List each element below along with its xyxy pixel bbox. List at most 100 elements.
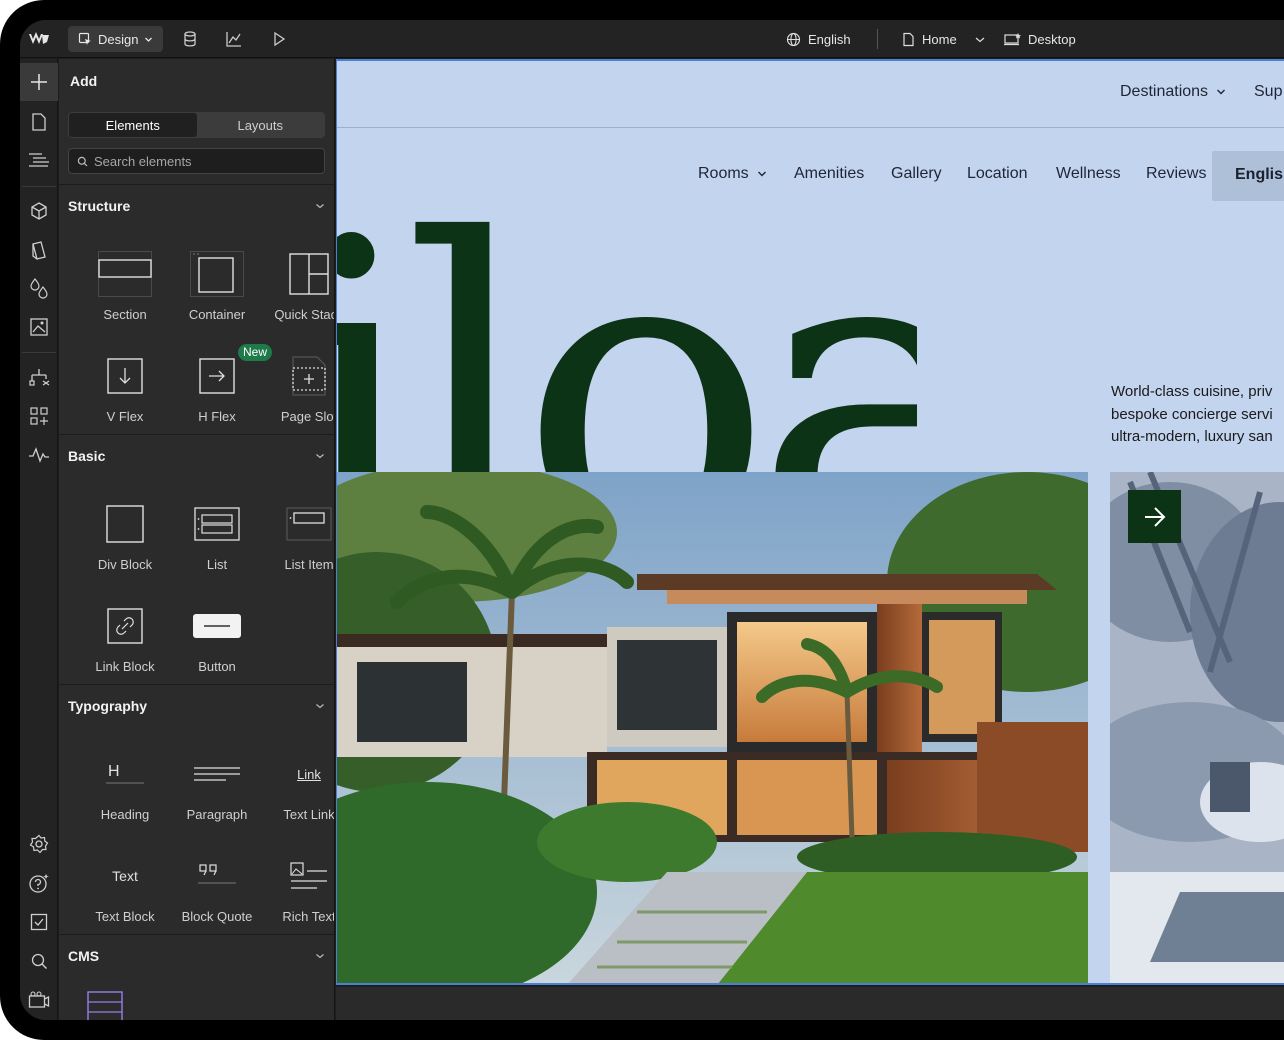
- v-flex-icon: [107, 358, 143, 394]
- text-link-icon: Link: [297, 766, 321, 782]
- element-label: Block Quote: [181, 909, 253, 924]
- rail-divider: [22, 352, 56, 353]
- element-v-flex[interactable]: V Flex: [79, 333, 171, 433]
- section-divider: [59, 434, 334, 435]
- search-icon: [31, 953, 47, 969]
- site-language-button[interactable]: English: [1212, 151, 1284, 201]
- section-divider: [59, 684, 334, 685]
- element-quick-stack[interactable]: Quick Stack: [263, 231, 334, 331]
- play-preview-icon[interactable]: [269, 29, 289, 49]
- panel-title: Add: [70, 73, 98, 89]
- drops-icon: [30, 278, 48, 299]
- quick-stack-icon: [289, 253, 329, 295]
- typography-section-header[interactable]: Typography: [68, 695, 325, 717]
- element-label: Text Link: [283, 807, 335, 822]
- nav-wellness[interactable]: Wellness: [1056, 165, 1121, 183]
- add-panel-button[interactable]: [20, 63, 58, 101]
- element-label: Heading: [100, 807, 150, 822]
- element-rich-text[interactable]: Rich Text: [263, 833, 335, 933]
- element-label: Button: [198, 659, 236, 674]
- element-text-link[interactable]: Link Text Link: [263, 731, 335, 831]
- basic-section-header[interactable]: Basic: [68, 445, 325, 467]
- breakpoint-selector[interactable]: Desktop: [1004, 20, 1076, 58]
- tab-elements[interactable]: Elements: [69, 113, 197, 137]
- design-mode-dropdown[interactable]: Design: [68, 26, 163, 52]
- video-tutorials-button[interactable]: [20, 981, 58, 1019]
- element-heading[interactable]: H Heading: [79, 731, 171, 831]
- element-container[interactable]: Container: [171, 231, 263, 331]
- search-input[interactable]: [94, 153, 314, 169]
- element-label: Quick Stack: [274, 307, 334, 322]
- element-label: Container: [188, 307, 246, 322]
- analytics-icon[interactable]: [224, 29, 244, 49]
- nav-amenities[interactable]: Amenities: [794, 165, 864, 183]
- nav-destinations[interactable]: Destinations: [1120, 83, 1226, 101]
- heading-underline-icon: [106, 782, 144, 784]
- element-list-item[interactable]: List Item: [263, 481, 334, 581]
- audit-button[interactable]: [20, 436, 58, 474]
- element-label: Div Block: [97, 557, 153, 572]
- styles-button[interactable]: [20, 231, 58, 269]
- webflow-logo-icon: [29, 32, 49, 44]
- tasks-button[interactable]: [20, 903, 58, 941]
- element-list[interactable]: List: [171, 481, 263, 581]
- section-title: CMS: [68, 948, 100, 964]
- element-block-quote[interactable]: Block Quote: [171, 833, 263, 933]
- chevron-down-icon: [316, 204, 324, 209]
- cms-section-header[interactable]: CMS: [68, 945, 325, 967]
- database-icon[interactable]: [180, 29, 200, 49]
- element-label: V Flex: [106, 409, 144, 424]
- structure-section-header[interactable]: Structure: [68, 195, 325, 217]
- settings-button[interactable]: [20, 825, 58, 863]
- element-paragraph[interactable]: Paragraph: [171, 731, 263, 831]
- element-text-block[interactable]: Text Text Block: [79, 833, 171, 933]
- cube-icon: [31, 202, 47, 220]
- chevron-down-icon: [316, 954, 324, 959]
- logic-button[interactable]: [20, 358, 58, 396]
- element-button[interactable]: Button: [171, 583, 263, 683]
- rich-text-icon: [290, 862, 327, 889]
- element-label: Paragraph: [186, 807, 248, 822]
- paragraph-icon: [194, 767, 240, 781]
- components-button[interactable]: [20, 192, 58, 230]
- page-selector[interactable]: Home: [902, 20, 986, 58]
- nav-gallery[interactable]: Gallery: [891, 165, 942, 183]
- nav-rooms[interactable]: Rooms: [698, 165, 767, 183]
- next-slide-button[interactable]: [1128, 490, 1181, 543]
- apps-button[interactable]: [20, 397, 58, 435]
- tagline-line: ultra-modern, luxury san: [1111, 428, 1273, 445]
- apps-grid-icon: [30, 407, 48, 425]
- hero-tagline: World-class cuisine, priv bespoke concie…: [1111, 381, 1284, 449]
- element-section[interactable]: Section: [79, 231, 171, 331]
- element-label: Text Block: [95, 909, 155, 924]
- nav-support[interactable]: Sup: [1254, 83, 1282, 101]
- nav-rooms-label: Rooms: [698, 165, 749, 182]
- chevron-down-icon: [316, 454, 324, 459]
- element-link-block[interactable]: Link Block: [79, 583, 171, 683]
- assets-button[interactable]: [20, 308, 58, 346]
- design-canvas[interactable]: Destinations Sup iloa Rooms Amenities Ga…: [336, 59, 1284, 985]
- video-icon: [28, 991, 50, 1008]
- page-slot-icon: [292, 356, 326, 396]
- tab-layouts[interactable]: Layouts: [197, 113, 325, 137]
- nav-reviews[interactable]: Reviews: [1146, 165, 1206, 183]
- element-div-block[interactable]: Div Block: [79, 481, 171, 581]
- top-toolbar: Design English Home Desktop: [20, 20, 1284, 58]
- canvas-footer-strip: [336, 987, 1284, 1020]
- search-field[interactable]: [68, 148, 325, 174]
- app-window: Design English Home Desktop Add Elements…: [20, 20, 1284, 1020]
- element-label: Rich Text: [282, 909, 335, 924]
- element-page-slot[interactable]: Page Slot: [263, 333, 334, 433]
- pages-button[interactable]: [20, 103, 58, 141]
- navigator-button[interactable]: [20, 141, 58, 179]
- nav-location[interactable]: Location: [967, 165, 1028, 183]
- variables-button[interactable]: [20, 269, 58, 307]
- link-block-icon: [107, 608, 143, 644]
- help-button[interactable]: [20, 864, 58, 902]
- search-button[interactable]: [20, 942, 58, 980]
- language-selector[interactable]: English: [786, 20, 851, 58]
- section-divider: [59, 184, 334, 185]
- chevron-down-icon: [1217, 89, 1226, 95]
- collection-list-icon[interactable]: [87, 991, 123, 1020]
- element-label: List Item: [284, 557, 334, 572]
